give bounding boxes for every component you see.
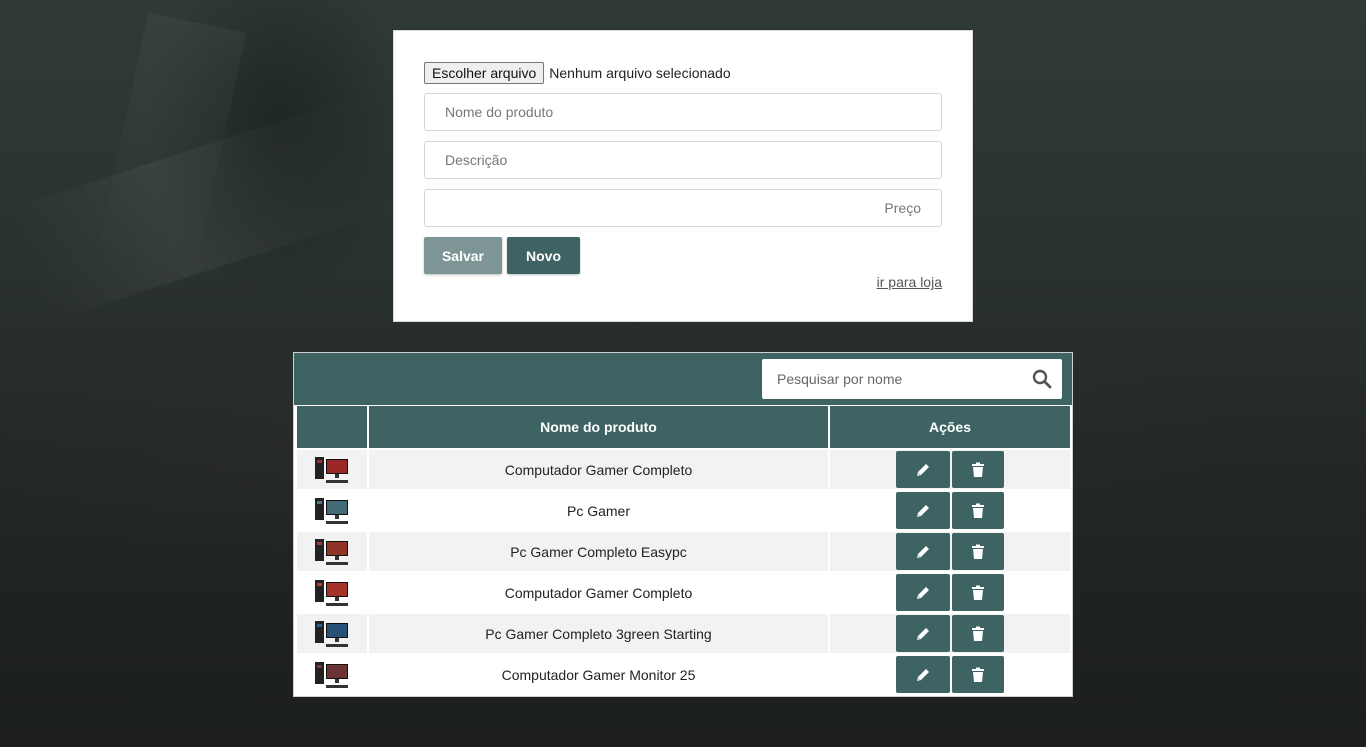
table-header-row: Nome do produto Ações: [297, 406, 1070, 448]
search-input[interactable]: [762, 359, 1022, 399]
pencil-icon: [915, 626, 931, 642]
edit-button[interactable]: [896, 492, 950, 529]
actions-cell: [830, 450, 1070, 489]
trash-icon: [971, 585, 985, 601]
pencil-icon: [915, 462, 931, 478]
table-row: Pc Gamer Completo Easypc: [297, 532, 1070, 571]
product-image-cell: [297, 573, 367, 612]
product-thumbnail: [314, 455, 350, 485]
delete-button[interactable]: [952, 451, 1004, 488]
product-thumbnail: [314, 578, 350, 608]
search-icon[interactable]: [1022, 359, 1062, 399]
choose-file-button[interactable]: Escolher arquivo: [424, 62, 545, 84]
column-header-actions: Ações: [830, 406, 1070, 448]
delete-button[interactable]: [952, 656, 1004, 693]
product-image-cell: [297, 491, 367, 530]
description-input[interactable]: [424, 141, 942, 179]
actions-cell: [830, 491, 1070, 530]
product-form: Escolher arquivo Nenhum arquivo selecion…: [393, 30, 973, 322]
trash-icon: [971, 544, 985, 560]
trash-icon: [971, 667, 985, 683]
product-thumbnail: [314, 619, 350, 649]
actions-cell: [830, 532, 1070, 571]
delete-button[interactable]: [952, 574, 1004, 611]
product-image-cell: [297, 532, 367, 571]
save-button[interactable]: Salvar: [424, 237, 502, 274]
actions-cell: [830, 573, 1070, 612]
trash-icon: [971, 503, 985, 519]
trash-icon: [971, 626, 985, 642]
price-input[interactable]: [424, 189, 942, 227]
edit-button[interactable]: [896, 533, 950, 570]
go-to-store-link[interactable]: ir para loja: [877, 274, 942, 290]
table-row: Computador Gamer Monitor 25: [297, 655, 1070, 694]
actions-cell: [830, 655, 1070, 694]
product-image-cell: [297, 614, 367, 653]
background-windmill-blade: [10, 97, 390, 323]
pencil-icon: [915, 667, 931, 683]
products-table: Nome do produto Ações Computador Gamer C…: [295, 404, 1072, 696]
product-name: Computador Gamer Monitor 25: [369, 655, 828, 694]
pencil-icon: [915, 585, 931, 601]
column-header-name: Nome do produto: [369, 406, 828, 448]
product-name: Pc Gamer: [369, 491, 828, 530]
new-button[interactable]: Novo: [507, 237, 580, 274]
pencil-icon: [915, 544, 931, 560]
pencil-icon: [915, 503, 931, 519]
background-house: [150, 0, 410, 300]
file-status-text: Nenhum arquivo selecionado: [549, 65, 731, 81]
actions-cell: [830, 614, 1070, 653]
product-name: Computador Gamer Completo: [369, 450, 828, 489]
product-thumbnail: [314, 660, 350, 690]
product-thumbnail: [314, 496, 350, 526]
table-row: Computador Gamer Completo: [297, 450, 1070, 489]
table-toolbar: [294, 353, 1072, 405]
product-name: Computador Gamer Completo: [369, 573, 828, 612]
product-image-cell: [297, 655, 367, 694]
product-name: Pc Gamer Completo Easypc: [369, 532, 828, 571]
edit-button[interactable]: [896, 656, 950, 693]
delete-button[interactable]: [952, 615, 1004, 652]
edit-button[interactable]: [896, 574, 950, 611]
product-name-input[interactable]: [424, 93, 942, 131]
edit-button[interactable]: [896, 451, 950, 488]
background-windmill-blade: [94, 12, 246, 288]
edit-button[interactable]: [896, 615, 950, 652]
product-name: Pc Gamer Completo 3green Starting: [369, 614, 828, 653]
delete-button[interactable]: [952, 492, 1004, 529]
trash-icon: [971, 462, 985, 478]
table-row: Computador Gamer Completo: [297, 573, 1070, 612]
file-upload: Escolher arquivo Nenhum arquivo selecion…: [424, 62, 731, 84]
product-image-cell: [297, 450, 367, 489]
products-panel: Nome do produto Ações Computador Gamer C…: [293, 352, 1073, 697]
table-row: Pc Gamer Completo 3green Starting: [297, 614, 1070, 653]
column-header-image: [297, 406, 367, 448]
table-row: Pc Gamer: [297, 491, 1070, 530]
delete-button[interactable]: [952, 533, 1004, 570]
product-thumbnail: [314, 537, 350, 567]
search-box: [762, 359, 1062, 399]
